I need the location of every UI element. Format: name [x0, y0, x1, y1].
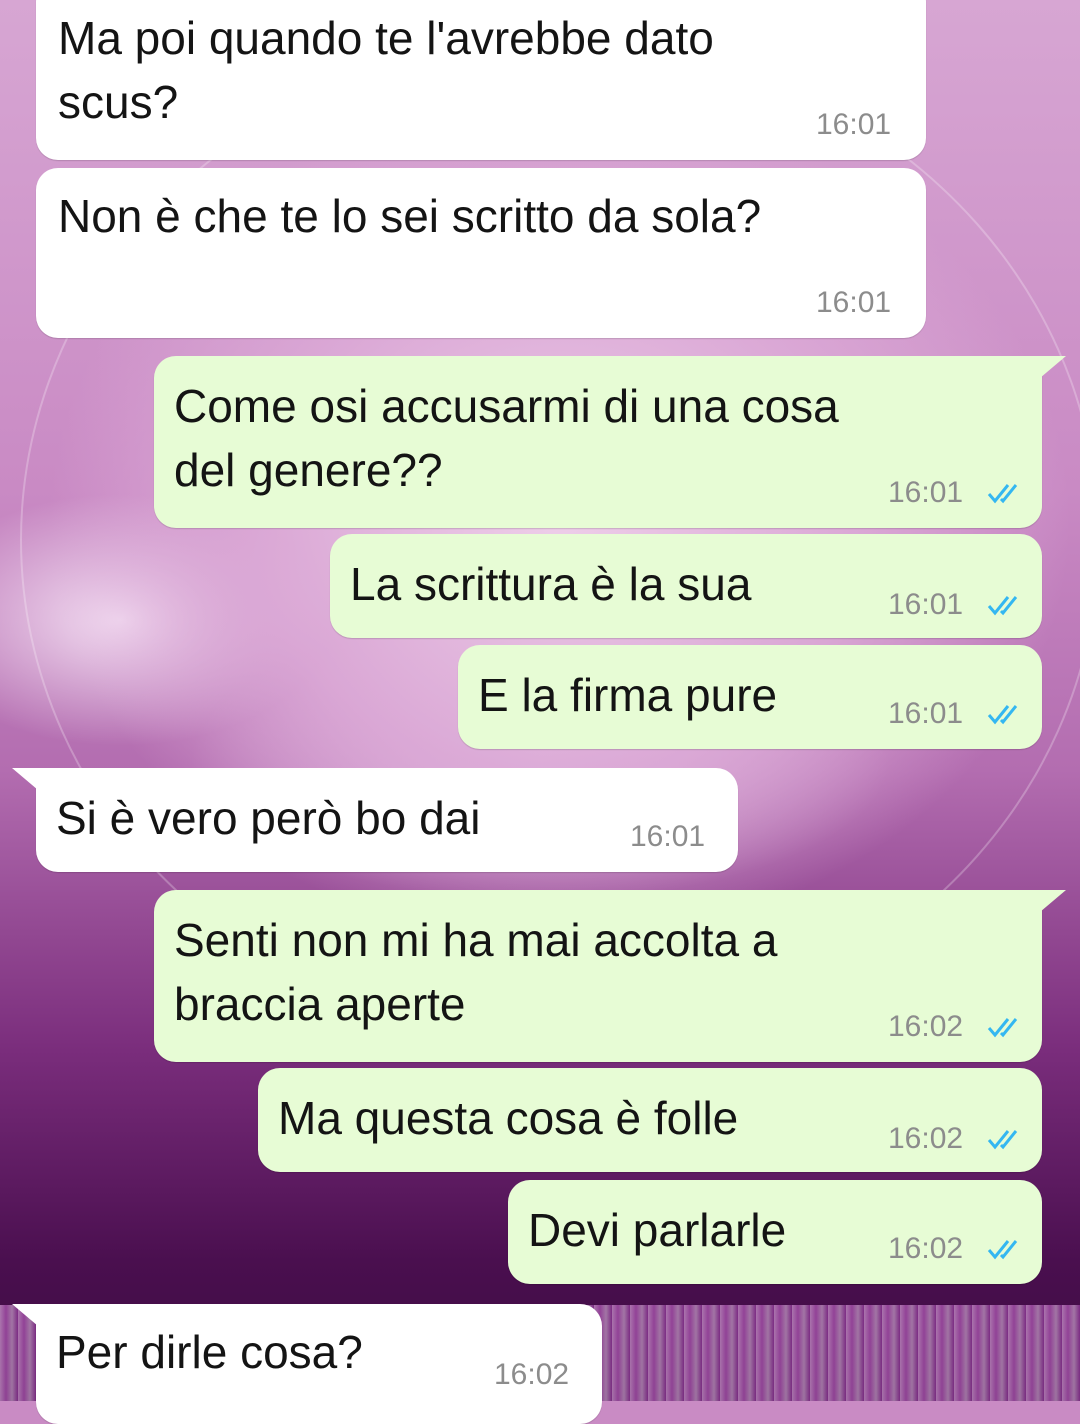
double-check-icon — [987, 596, 1018, 616]
message-bubble-outgoing[interactable]: Come osi accusarmi di una cosa del gener… — [154, 356, 1042, 528]
message-text: Ma poi quando te l'avrebbe dato scus? — [58, 12, 714, 128]
message-time: 16:02 — [888, 1010, 964, 1043]
message-text: Non è che te lo sei scritto da sola? — [58, 190, 762, 242]
bubble-tail — [1040, 356, 1066, 378]
message-time: 16:01 — [630, 820, 706, 853]
message-text: La scrittura è la sua — [350, 558, 752, 610]
message-text: E la firma pure — [478, 669, 778, 721]
message-bubble-outgoing[interactable]: Devi parlarle 16:02 — [508, 1180, 1042, 1284]
double-check-icon — [987, 484, 1018, 504]
message-bubble-outgoing[interactable]: Ma questa cosa è folle 16:02 — [258, 1068, 1042, 1172]
message-time: 16:01 — [888, 697, 964, 730]
double-check-icon — [987, 705, 1018, 725]
message-time: 16:01 — [816, 286, 892, 319]
message-bubble-outgoing[interactable]: E la firma pure 16:01 — [458, 645, 1042, 749]
bubble-tail — [12, 1304, 38, 1326]
double-check-icon — [987, 1240, 1018, 1260]
message-text: Si è vero però bo dai — [56, 792, 481, 844]
message-time: 16:02 — [888, 1122, 964, 1155]
message-text: Ma questa cosa è folle — [278, 1092, 739, 1144]
message-bubble-incoming[interactable]: Si è vero però bo dai 16:01 — [36, 768, 738, 872]
message-bubble-outgoing[interactable]: Senti non mi ha mai accolta a braccia ap… — [154, 890, 1042, 1062]
message-time: 16:01 — [888, 588, 964, 621]
message-bubble-incoming[interactable]: Ma poi quando te l'avrebbe dato scus? 16… — [36, 0, 926, 160]
message-time: 16:01 — [816, 108, 892, 141]
bubble-tail — [12, 768, 38, 790]
message-text: Devi parlarle — [528, 1204, 787, 1256]
message-text: Per dirle cosa? — [56, 1326, 363, 1378]
bubble-tail — [1040, 890, 1066, 912]
double-check-icon — [987, 1130, 1018, 1150]
message-bubble-incoming[interactable]: Per dirle cosa? 16:02 — [36, 1304, 602, 1424]
message-time: 16:02 — [494, 1358, 570, 1391]
message-time: 16:02 — [888, 1232, 964, 1265]
double-check-icon — [987, 1018, 1018, 1038]
message-bubble-incoming[interactable]: Non è che te lo sei scritto da sola? 16:… — [36, 168, 926, 338]
message-bubble-outgoing[interactable]: La scrittura è la sua 16:01 — [330, 534, 1042, 638]
message-time: 16:01 — [888, 476, 964, 509]
